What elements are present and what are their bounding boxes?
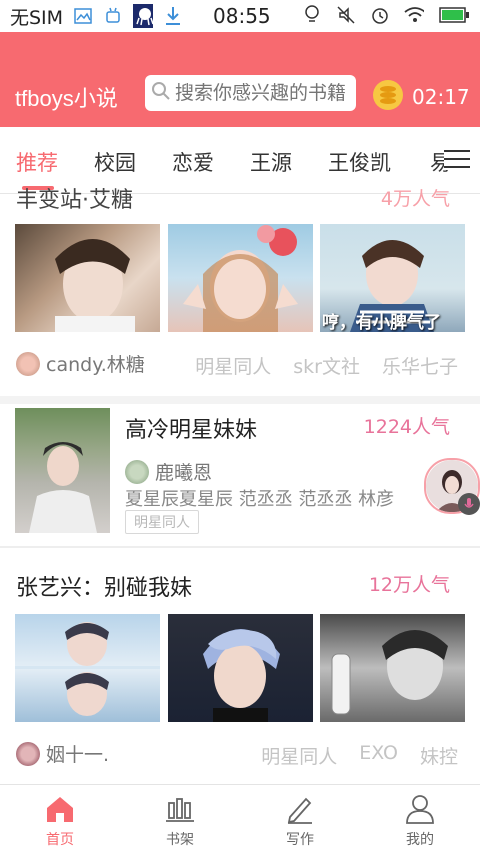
tag[interactable]: EXO bbox=[359, 742, 398, 769]
clock: 08:55 bbox=[213, 4, 271, 28]
category-tag[interactable]: 明星同人 bbox=[125, 510, 199, 534]
avatar bbox=[16, 741, 40, 766]
nav-profile[interactable]: 我的 bbox=[380, 793, 460, 849]
home-icon bbox=[44, 793, 76, 825]
app-name: tfboys小说 bbox=[15, 86, 118, 111]
author-name: candy.林糖 bbox=[46, 354, 145, 376]
nav-label: 写作 bbox=[286, 832, 314, 848]
section-divider bbox=[0, 396, 480, 404]
tag[interactable]: 明星同人 bbox=[261, 742, 337, 769]
nav-label: 首页 bbox=[46, 832, 74, 848]
cover-image[interactable] bbox=[320, 614, 465, 722]
app-header: tfboys小说 02:17 bbox=[0, 32, 480, 127]
tab-wang-yuan[interactable]: 王源 bbox=[250, 147, 292, 177]
tag-list: 明星同人 skr文社 乐华七子 bbox=[195, 352, 458, 379]
section-divider bbox=[0, 546, 480, 548]
nav-bookshelf[interactable]: 书架 bbox=[140, 793, 220, 849]
status-bar: 无SIM 08:55 bbox=[0, 0, 480, 32]
book-section[interactable]: 丰变站·艾糖 4万人气 哼，有小脾气了 candy.林糖 明星同人 skr文社 … bbox=[0, 188, 480, 394]
tag[interactable]: 乐华七子 bbox=[382, 352, 458, 379]
nav-home[interactable]: 首页 bbox=[20, 793, 100, 849]
tag[interactable]: skr文社 bbox=[293, 352, 360, 379]
search-icon bbox=[151, 81, 171, 105]
image-caption: 哼，有小脾气了 bbox=[322, 313, 441, 332]
nav-label: 我的 bbox=[406, 832, 434, 848]
gallery-icon bbox=[73, 6, 93, 26]
section-title: 张艺兴：别碰我妹 bbox=[16, 576, 193, 601]
timer-text: 02:17 bbox=[412, 85, 470, 109]
octopus-app-icon bbox=[133, 4, 154, 28]
popularity-label: 4万人气 bbox=[380, 188, 450, 210]
author-info[interactable]: 姻十一. bbox=[16, 740, 109, 767]
author-info[interactable]: 鹿曦恩 bbox=[125, 458, 212, 485]
popularity-label: 12万人气 bbox=[368, 574, 450, 596]
cover-image[interactable]: 哼，有小脾气了 bbox=[320, 224, 465, 332]
mute-icon bbox=[336, 5, 356, 25]
book-cover[interactable] bbox=[15, 408, 110, 533]
book-title: 高冷明星妹妹 bbox=[125, 418, 258, 443]
wifi-icon bbox=[404, 5, 424, 25]
search-input[interactable] bbox=[171, 82, 355, 104]
character-list: 夏星辰夏星辰 范丞丞 范丞丞 林彦 bbox=[125, 489, 395, 510]
avatar bbox=[125, 459, 149, 484]
profile-icon bbox=[404, 793, 436, 825]
cover-image[interactable] bbox=[168, 614, 313, 722]
tag-list: 明星同人 EXO 妹控 bbox=[261, 742, 458, 769]
bottom-navigation: 首页 书架 写作 我的 bbox=[0, 784, 480, 855]
tag[interactable]: 妹控 bbox=[420, 742, 458, 769]
alarm-icon bbox=[370, 5, 390, 25]
tab-campus[interactable]: 校园 bbox=[94, 147, 136, 177]
author-name: 鹿曦恩 bbox=[155, 462, 213, 484]
cover-image[interactable] bbox=[15, 614, 160, 722]
tag[interactable]: 明星同人 bbox=[195, 352, 271, 379]
tab-wang-junkai[interactable]: 王俊凯 bbox=[328, 147, 391, 177]
popularity-label: 1224人气 bbox=[363, 416, 450, 438]
carrier-label: 无SIM bbox=[10, 6, 64, 29]
coin-stack-icon bbox=[372, 79, 404, 115]
download-icon bbox=[163, 6, 183, 26]
book-list-item[interactable]: 高冷明星妹妹 1224人气 鹿曦恩 夏星辰夏星辰 范丞丞 范丞丞 林彦 明星同人 bbox=[0, 404, 480, 546]
android-icon bbox=[103, 6, 123, 26]
nav-label: 书架 bbox=[166, 832, 194, 848]
reading-timer[interactable]: 02:17 bbox=[372, 79, 470, 115]
tab-recommend[interactable]: 推荐 bbox=[16, 147, 58, 177]
section-title: 丰变站·艾糖 bbox=[16, 188, 133, 213]
avatar bbox=[16, 351, 40, 376]
tab-romance[interactable]: 恋爱 bbox=[172, 147, 214, 177]
bookshelf-icon bbox=[164, 793, 196, 825]
cover-image[interactable] bbox=[168, 224, 313, 332]
menu-icon[interactable] bbox=[444, 148, 470, 170]
pen-icon bbox=[284, 793, 316, 825]
battery-icon bbox=[438, 5, 470, 25]
nav-write[interactable]: 写作 bbox=[260, 793, 340, 849]
bulb-icon bbox=[302, 5, 322, 25]
book-section[interactable]: 张艺兴：别碰我妹 12万人气 姻十一. 明星同人 EXO 妹控 bbox=[0, 550, 480, 782]
author-info[interactable]: candy.林糖 bbox=[16, 350, 145, 377]
search-box[interactable] bbox=[145, 75, 356, 111]
microphone-badge-icon bbox=[458, 493, 480, 515]
cover-image[interactable] bbox=[15, 224, 160, 332]
author-name: 姻十一. bbox=[46, 744, 110, 766]
